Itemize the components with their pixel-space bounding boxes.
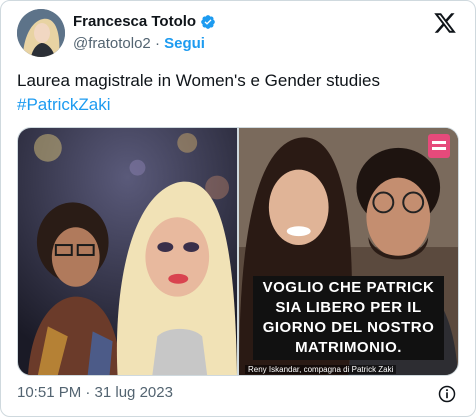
- author-handle[interactable]: @fratotolo2: [73, 35, 151, 52]
- party-photo: [18, 128, 237, 375]
- photo-caption: VOGLIO CHE PATRICK SIA LIBERO PER IL GIO…: [253, 276, 444, 360]
- tweet-text: Laurea magistrale in Women's e Gender st…: [17, 69, 461, 117]
- verified-badge-icon: [201, 14, 215, 29]
- handle-row: @fratotolo2 · Segui: [73, 35, 205, 52]
- tweet-body: Laurea magistrale in Women's e Gender st…: [17, 71, 380, 90]
- avatar-image: [17, 9, 65, 57]
- photo-left[interactable]: [18, 128, 237, 375]
- photo-right[interactable]: VOGLIO CHE PATRICK SIA LIBERO PER IL GIO…: [239, 128, 458, 375]
- x-logo-icon[interactable]: [433, 11, 457, 35]
- hashtag-link[interactable]: #PatrickZaki: [17, 93, 461, 117]
- caption-text: VOGLIO CHE PATRICK SIA LIBERO PER IL GIO…: [253, 276, 444, 360]
- tweet-media: VOGLIO CHE PATRICK SIA LIBERO PER IL GIO…: [17, 127, 459, 376]
- follow-button[interactable]: Segui: [164, 35, 205, 52]
- channel-logo-icon: [428, 134, 450, 158]
- separator: ·: [150, 35, 165, 52]
- author-name[interactable]: Francesca Totolo: [73, 13, 196, 30]
- tweet-footer: 10:51 PM · 31 lug 2023: [17, 384, 461, 404]
- tweet-header: Francesca Totolo @fratotolo2 · Segui: [17, 9, 461, 57]
- tweet-card: Francesca Totolo @fratotolo2 · Segui Lau…: [0, 0, 476, 417]
- avatar[interactable]: [17, 9, 65, 57]
- photo-credit: Reny Iskandar, compagna di Patrick Zaki: [245, 365, 397, 374]
- timestamp-link[interactable]: 10:51 PM · 31 lug 2023: [17, 384, 173, 401]
- name-row: Francesca Totolo: [73, 13, 216, 30]
- info-icon[interactable]: [437, 384, 457, 404]
